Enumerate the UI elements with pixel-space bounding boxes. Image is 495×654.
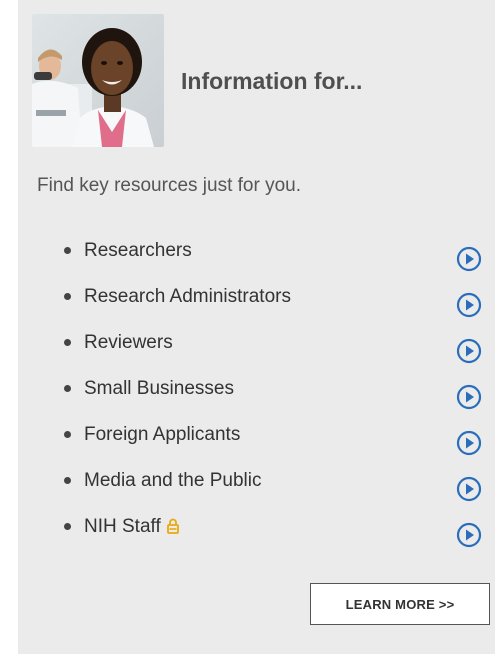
play-circle-icon[interactable] [456,522,482,548]
list-item-label: NIH Staff [84,516,161,537]
list-item-label[interactable]: Research Administrators [84,286,291,308]
play-circle-icon[interactable] [456,476,482,502]
list-item-foreign-applicants[interactable]: Foreign Applicants [18,416,495,462]
bullet-icon [64,431,71,438]
list-item-research-administrators[interactable]: Research Administrators [18,278,495,324]
list-item-label[interactable]: Reviewers [84,332,173,354]
intro-text: Find key resources just for you. [37,175,301,196]
play-circle-icon[interactable] [456,338,482,364]
list-item-label[interactable]: Media and the Public [84,470,261,492]
list-item-media-and-public[interactable]: Media and the Public [18,462,495,508]
list-item-label[interactable]: Researchers [84,240,192,262]
list-item-nih-staff-label[interactable]: NIH Staff [84,516,179,538]
play-circle-icon[interactable] [456,430,482,456]
bullet-icon [64,477,71,484]
bullet-icon [64,385,71,392]
audience-list: Researchers Research Administrators Revi… [18,232,495,554]
list-item-reviewers[interactable]: Reviewers [18,324,495,370]
lock-icon [166,518,179,534]
list-item-small-businesses[interactable]: Small Businesses [18,370,495,416]
play-circle-icon[interactable] [456,246,482,272]
bullet-icon [64,523,71,530]
list-item-label[interactable]: Foreign Applicants [84,424,240,446]
bullet-icon [64,339,71,346]
panel-header: Information for... [32,14,472,147]
list-item-nih-staff[interactable]: NIH Staff [18,508,495,554]
panel-title: Information for... [181,68,363,94]
list-item-researchers[interactable]: Researchers [18,232,495,278]
play-circle-icon[interactable] [456,384,482,410]
information-panel: Information for... Find key resources ju… [18,0,495,654]
list-item-label[interactable]: Small Businesses [84,378,234,400]
researcher-photo [32,14,164,147]
bullet-icon [64,247,71,254]
play-circle-icon[interactable] [456,292,482,318]
learn-more-button[interactable]: LEARN MORE >> [310,583,490,625]
bullet-icon [64,293,71,300]
